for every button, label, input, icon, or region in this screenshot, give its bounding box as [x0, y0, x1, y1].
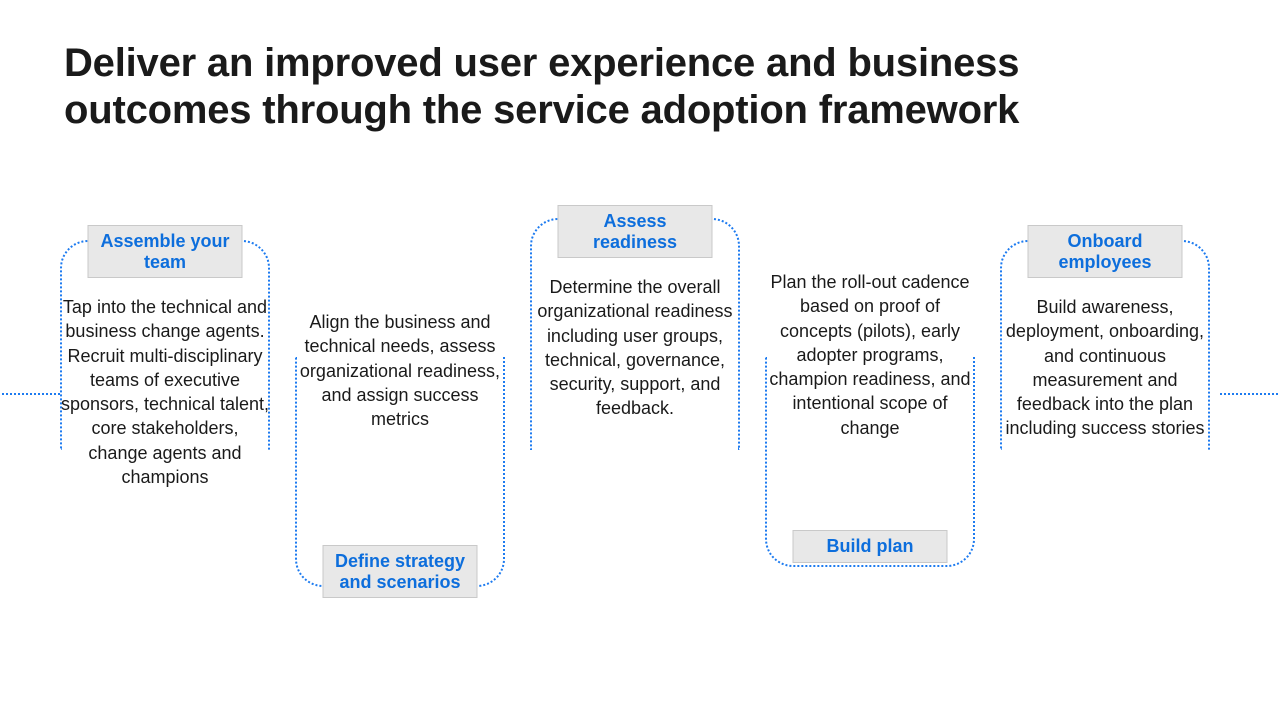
- slide: Deliver an improved user experience and …: [0, 0, 1280, 720]
- step-body: Align the business and technical needs, …: [295, 310, 505, 431]
- path-stub-right: [1220, 393, 1280, 395]
- step-onboard-employees: Onboard employees Build awareness, deplo…: [1000, 200, 1210, 630]
- path-stub-left: [0, 393, 60, 395]
- step-body: Plan the roll-out cadence based on proof…: [765, 270, 975, 440]
- step-body: Build awareness, deployment, onboarding,…: [1000, 295, 1210, 441]
- step-build-plan: Plan the roll-out cadence based on proof…: [765, 200, 975, 630]
- step-assemble-team: Assemble your team Tap into the technica…: [60, 200, 270, 630]
- step-assess-readiness: Assess readiness Determine the overall o…: [530, 200, 740, 630]
- step-body: Determine the overall organizational rea…: [530, 275, 740, 421]
- step-label: Assemble your team: [88, 225, 243, 278]
- page-title: Deliver an improved user experience and …: [64, 40, 1164, 134]
- framework-track: Assemble your team Tap into the technica…: [0, 200, 1280, 640]
- step-define-strategy: Align the business and technical needs, …: [295, 200, 505, 630]
- step-label: Onboard employees: [1028, 225, 1183, 278]
- step-label: Assess readiness: [558, 205, 713, 258]
- step-body: Tap into the technical and business chan…: [60, 295, 270, 489]
- step-label: Build plan: [793, 530, 948, 563]
- step-label: Define strategy and scenarios: [323, 545, 478, 598]
